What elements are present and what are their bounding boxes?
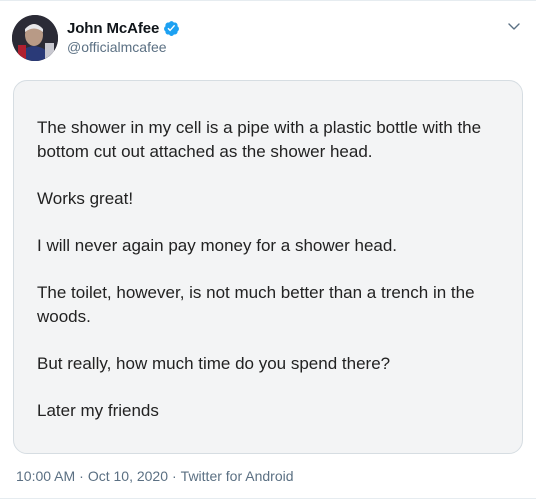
meta-separator: · <box>172 468 177 484</box>
avatar-image <box>12 15 58 61</box>
tweet-time[interactable]: 10:00 AM <box>16 468 75 484</box>
avatar[interactable] <box>12 15 58 61</box>
tweet-text: The shower in my cell is a pipe with a p… <box>37 116 507 446</box>
tweet-meta: 10:00 AM · Oct 10, 2020 · Twitter for Androi… <box>16 468 294 484</box>
tweet-paragraph: The shower in my cell is a pipe with a p… <box>37 118 482 161</box>
tweet-paragraph: I will never again pay money for a showe… <box>37 236 398 255</box>
verified-badge-icon <box>164 20 180 36</box>
tweet-paragraph: But really, how much time do you spend t… <box>37 354 391 373</box>
display-name[interactable]: John McAfee <box>67 20 159 37</box>
chevron-down-icon[interactable] <box>506 18 522 34</box>
author-block: John McAfee @officialmcafee <box>67 18 180 55</box>
handle[interactable]: @officialmcafee <box>67 39 180 55</box>
name-row: John McAfee <box>67 18 180 38</box>
tweet-paragraph: The toilet, however, is not much better … <box>37 283 475 326</box>
tweet-paragraph: Later my friends <box>37 401 159 420</box>
tweet-date[interactable]: Oct 10, 2020 <box>88 468 168 484</box>
tweet: John McAfee @officialmcafee The shower i… <box>0 0 536 499</box>
tweet-image-card[interactable]: The shower in my cell is a pipe with a p… <box>13 80 523 454</box>
tweet-source[interactable]: Twitter for Android <box>181 468 294 484</box>
tweet-paragraph: Works great! <box>37 189 134 208</box>
meta-separator: · <box>79 468 84 484</box>
